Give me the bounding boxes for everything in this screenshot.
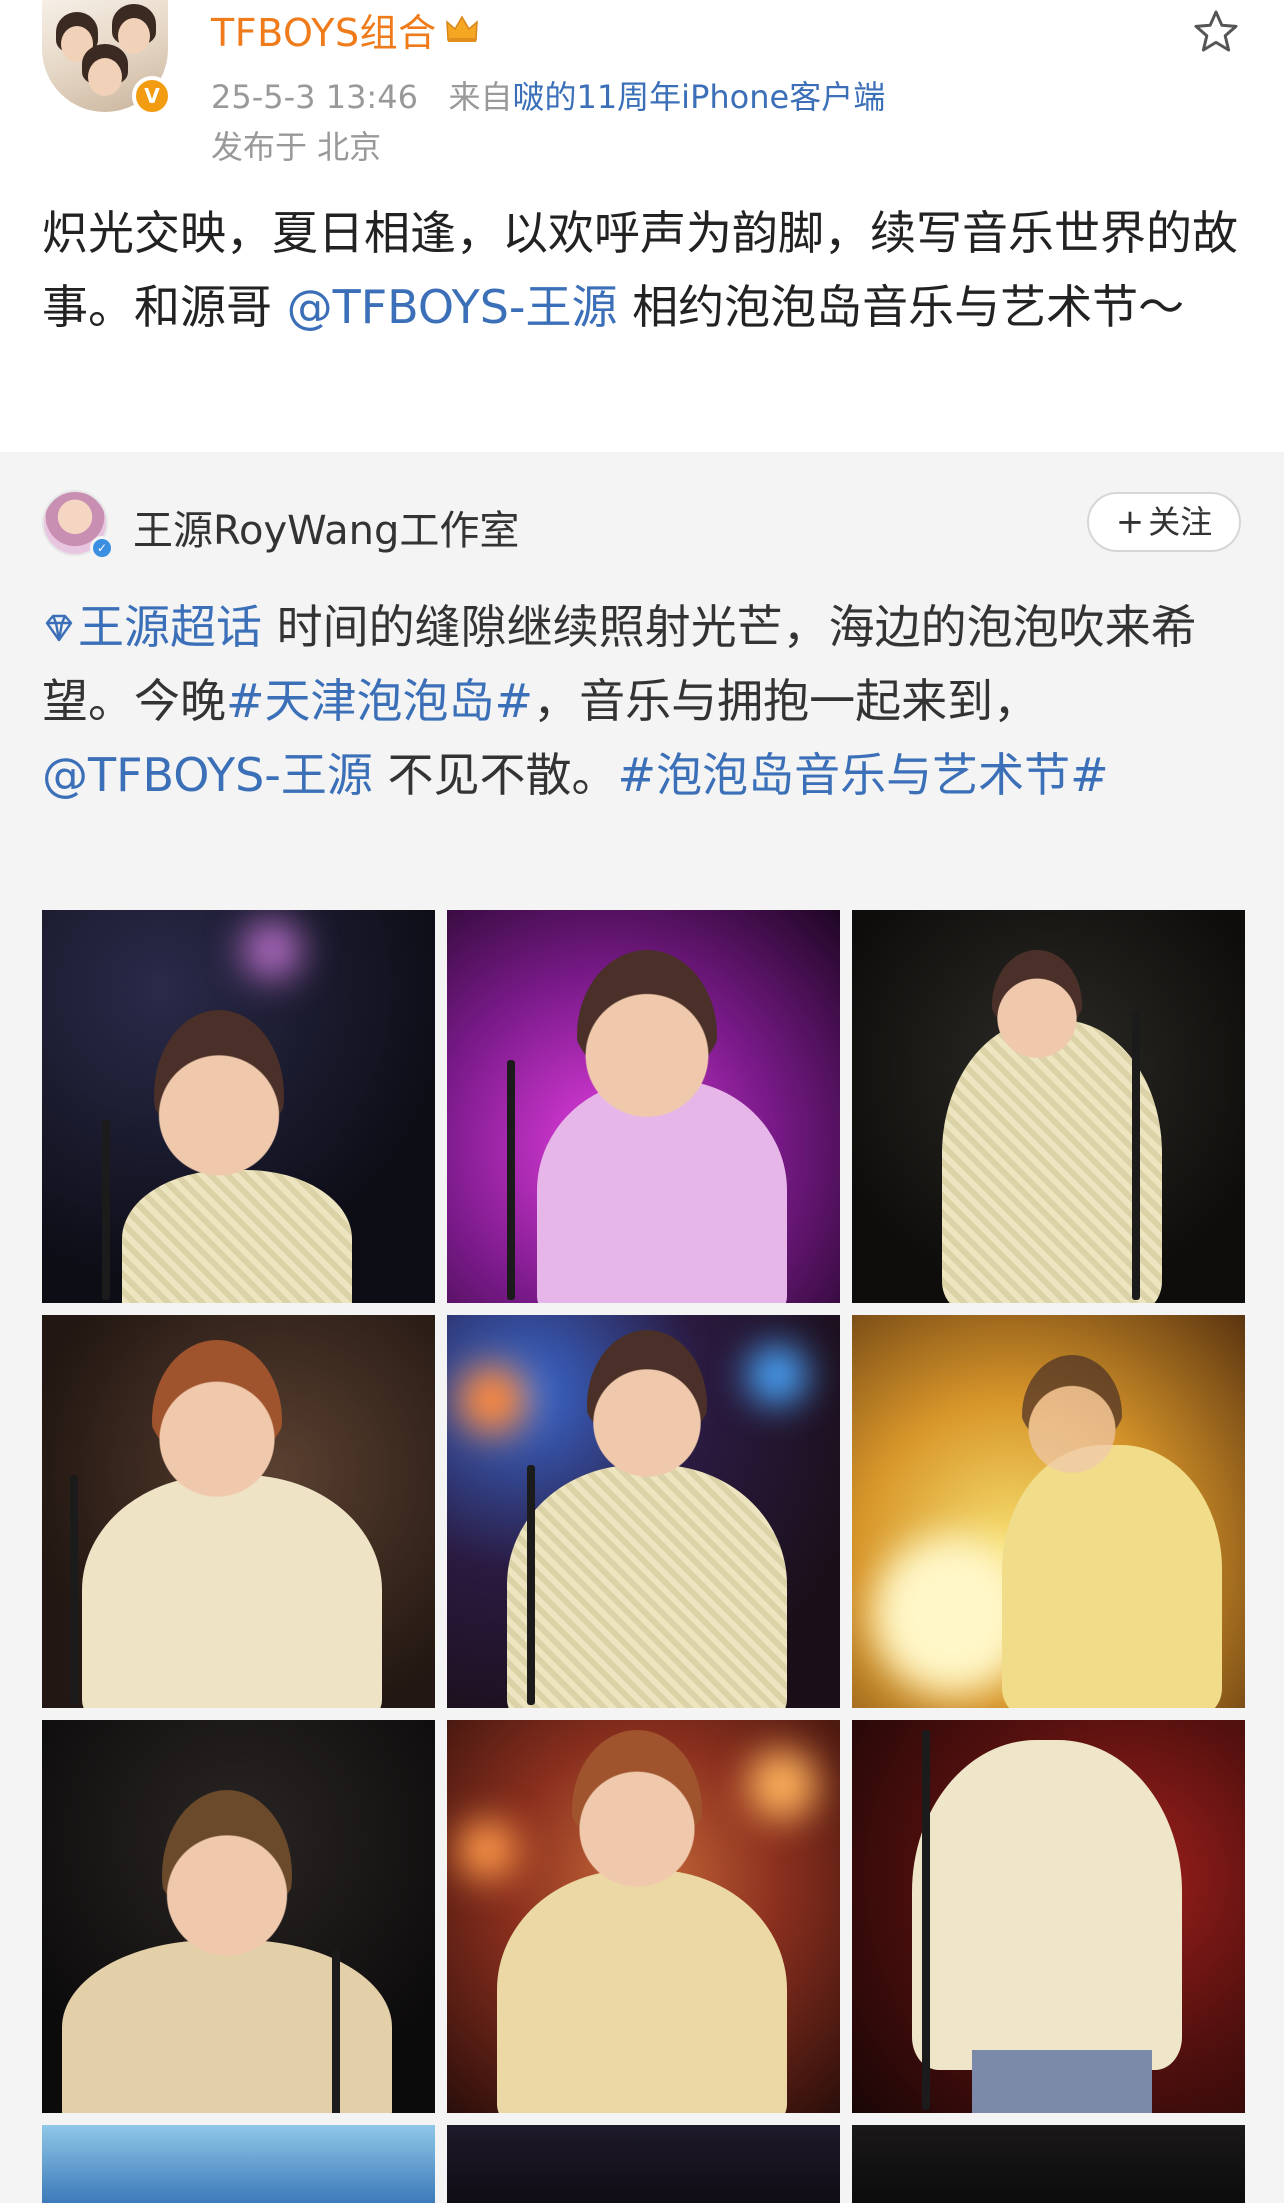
repost-card[interactable]: ✓ 王源RoyWang工作室 + 关注 王源超话 时间的缝隙继续照射光芒，海边的泡… [0, 452, 1284, 2203]
mention-link[interactable]: @TFBOYS-王源 [287, 280, 618, 334]
verified-badge-icon: V [132, 76, 172, 116]
source-prefix: 来自 [448, 78, 513, 116]
topic-label[interactable]: 王源超话 [78, 600, 262, 654]
crown-icon [445, 14, 479, 52]
topic-link[interactable]: 王源超话 [42, 600, 262, 654]
photo-2[interactable] [447, 910, 840, 1303]
photo-11[interactable] [447, 2125, 840, 2203]
diamond-topic-icon [45, 614, 73, 642]
star-icon[interactable] [1190, 6, 1242, 58]
photo-1[interactable] [42, 910, 435, 1303]
post-time: 25-5-3 13:46 [211, 78, 418, 116]
photo-10[interactable] [42, 2125, 435, 2203]
repost-mention-link[interactable]: @TFBOYS-王源 [42, 748, 373, 802]
post-source[interactable]: 啵的11周年iPhone客户端 [512, 78, 885, 116]
repost-verified-icon: ✓ [90, 536, 114, 560]
plus-icon: + [1115, 502, 1145, 542]
photo-8[interactable] [447, 1720, 840, 2113]
repost-text-b: ，音乐与拥抱一起来到， [533, 674, 1040, 728]
hashtag-tianjin[interactable]: #天津泡泡岛# [226, 674, 533, 728]
post-location: 发布于 北京 [211, 128, 382, 166]
photo-5[interactable] [447, 1315, 840, 1708]
repost-text: 王源超话 时间的缝隙继续照射光芒，海边的泡泡吹来希望。今晚#天津泡泡岛#，音乐与… [42, 590, 1242, 812]
photo-12[interactable] [852, 2125, 1245, 2203]
photo-4[interactable] [42, 1315, 435, 1708]
follow-button[interactable]: + 关注 [1087, 492, 1241, 552]
photo-7[interactable] [42, 1720, 435, 2113]
follow-label: 关注 [1148, 503, 1213, 541]
hashtag-festival[interactable]: #泡泡岛音乐与艺术节# [618, 748, 1109, 802]
post-text-part2: 相约泡泡岛音乐与艺术节～ [617, 280, 1185, 334]
author-name-row[interactable]: TFBOYS组合 [211, 2, 479, 57]
post-header: V TFBOYS组合 25-5-3 13:46 来自啵的11周年iPhone客户… [0, 0, 1284, 178]
photo-6[interactable] [852, 1315, 1245, 1708]
post-text: 炽光交映，夏日相逢，以欢呼声为韵脚，续写音乐世界的故事。和源哥 @TFBOYS-… [42, 196, 1242, 344]
post-meta: 25-5-3 13:46 来自啵的11周年iPhone客户端 [211, 72, 885, 118]
photo-3[interactable] [852, 910, 1245, 1303]
repost-text-c: 不见不散。 [372, 748, 618, 802]
repost-author-name[interactable]: 王源RoyWang工作室 [133, 498, 519, 556]
author-name[interactable]: TFBOYS组合 [211, 11, 437, 55]
photo-9[interactable] [852, 1720, 1245, 2113]
